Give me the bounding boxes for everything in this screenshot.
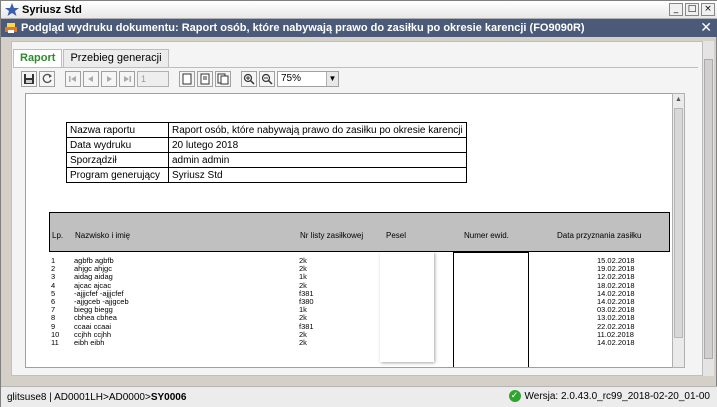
info-value: admin admin xyxy=(168,152,467,168)
info-key: Sporządził xyxy=(66,152,169,168)
report-info-table: Nazwa raportu Raport osób, które nabywaj… xyxy=(66,122,467,183)
scroll-up-icon[interactable]: ▲ xyxy=(673,94,684,105)
info-value: Raport osób, które nabywają prawo do zas… xyxy=(168,122,467,138)
scroll-thumb[interactable] xyxy=(704,59,713,359)
cell-lp: 11 xyxy=(51,337,59,347)
cell-date: 14.02.2018 xyxy=(597,337,635,347)
column-header-ewid: Numer ewid. xyxy=(464,231,509,240)
report-preview: Nazwa raportu Raport osób, które nabywaj… xyxy=(25,93,683,368)
window-title: Syriusz Std xyxy=(22,3,82,16)
info-row: Program generujący Syriusz Std xyxy=(66,167,467,183)
status-version: ✓ Wersja: 2.0.43.0_rc99_2018-02-20_01-00 xyxy=(508,390,711,402)
status-path-prefix: AD0001LH>AD0000> xyxy=(54,391,151,403)
table-row: 6 -ajjgceb -ajjgceb f380 14.02.2018 xyxy=(49,297,670,306)
first-page-button[interactable] xyxy=(65,71,81,87)
table-row: 10 ccjhh ccjhh 2k 11.02.2018 xyxy=(49,330,670,339)
page-width-button[interactable] xyxy=(197,71,213,87)
column-header-lp: Lp. xyxy=(52,231,64,240)
maximize-button[interactable]: □ xyxy=(685,3,699,16)
page-width-icon xyxy=(200,73,210,85)
data-table-header: Lp. Nazwisko i imię Nr listy zasiłkowej … xyxy=(49,212,670,252)
column-header-date: Data przyznania zasiłku xyxy=(557,231,642,240)
report-scrollbar[interactable]: ▲ xyxy=(672,93,685,368)
info-row: Nazwa raportu Raport osób, które nabywaj… xyxy=(66,122,467,138)
window-controls: _ □ × xyxy=(669,3,715,16)
page-number-input[interactable]: 1 xyxy=(137,71,169,87)
single-page-button[interactable] xyxy=(179,71,195,87)
panel-scrollbar[interactable] xyxy=(702,41,714,376)
tab-przebieg-generacji[interactable]: Przebieg generacji xyxy=(63,49,169,67)
last-page-icon xyxy=(124,76,131,82)
tab-raport[interactable]: Raport xyxy=(13,49,63,67)
table-row: 4 ajcac ajcac 2k 18.02.2018 xyxy=(49,281,670,290)
chevron-down-icon[interactable]: ▼ xyxy=(326,72,338,86)
minimize-button[interactable]: _ xyxy=(669,3,683,16)
info-row: Sporządził admin admin xyxy=(66,152,467,168)
page-icon xyxy=(182,73,192,85)
first-page-icon xyxy=(69,76,76,82)
scroll-thumb[interactable] xyxy=(674,108,683,338)
data-table-body: 1 agbfb agbfb 2k 15.02.2018 2 ahjgc ahjgc 2k 19… xyxy=(49,256,670,347)
zoom-in-icon xyxy=(243,73,255,85)
column-header-name: Nazwisko i imię xyxy=(75,231,131,240)
multi-page-icon xyxy=(217,73,229,85)
table-row: 5 -ajjjcfef -ajjjcfef f381 14.02.2018 xyxy=(49,289,670,298)
zoom-out-button[interactable] xyxy=(259,71,275,87)
last-page-button[interactable] xyxy=(119,71,135,87)
refresh-icon xyxy=(42,73,52,84)
tab-divider xyxy=(13,67,698,68)
zoom-value: 75% xyxy=(281,73,302,84)
pesel-redaction xyxy=(380,252,434,362)
close-window-button[interactable]: × xyxy=(701,3,715,16)
status-bar: glitsuse8 | AD0001LH>AD0000>SY0006 ✓ Wer… xyxy=(1,386,717,407)
preview-toolbar: 1 75% ▼ xyxy=(21,70,339,88)
column-header-pesel: Pesel xyxy=(386,231,407,240)
info-key: Data wydruku xyxy=(66,137,169,153)
table-row: 2 ahjgc ahjgc 2k 19.02.2018 xyxy=(49,264,670,273)
app-logo-icon xyxy=(5,2,19,17)
refresh-button[interactable] xyxy=(39,71,55,87)
table-row: 11 eibh eibh 2k 14.02.2018 xyxy=(49,337,670,347)
save-button[interactable] xyxy=(21,71,37,87)
info-key: Program generujący xyxy=(66,167,169,183)
dialog-title: Podgląd wydruku dokumentu: Raport osób, … xyxy=(21,22,585,34)
column-header-list: Nr listy zasiłkowej xyxy=(300,231,364,240)
check-icon: ✓ xyxy=(508,390,521,402)
next-page-button[interactable] xyxy=(101,71,117,87)
info-row: Data wydruku 20 lutego 2018 xyxy=(66,137,467,153)
next-page-icon xyxy=(107,76,112,82)
prev-page-icon xyxy=(88,76,93,82)
version-text: Wersja: 2.0.43.0_rc99_2018-02-20_01-00 xyxy=(524,390,711,402)
multi-page-button[interactable] xyxy=(215,71,231,87)
dialog-title-bar: Podgląd wydruku dokumentu: Raport osób, … xyxy=(1,19,717,37)
tab-bar: Raport Przebieg generacji xyxy=(13,49,170,67)
cell-list: 2k xyxy=(299,337,307,347)
info-value: 20 lutego 2018 xyxy=(168,137,467,153)
prev-page-button[interactable] xyxy=(83,71,99,87)
dialog-close-button[interactable]: ✕ xyxy=(700,20,712,36)
cell-name: eibh eibh xyxy=(74,337,105,347)
title-bar: Syriusz Std _ □ × xyxy=(1,1,717,19)
table-row: 8 cbhea cbhea 2k 13.02.2018 xyxy=(49,313,670,322)
info-key: Nazwa raportu xyxy=(66,122,169,138)
printer-icon xyxy=(5,22,17,34)
ewid-redaction xyxy=(453,252,529,367)
zoom-select[interactable]: 75% ▼ xyxy=(277,71,339,87)
zoom-in-button[interactable] xyxy=(241,71,257,87)
status-user: glitsuse8 xyxy=(7,391,47,403)
save-icon xyxy=(24,74,34,84)
zoom-out-icon xyxy=(261,73,273,85)
status-path-current: SY0006 xyxy=(150,391,187,403)
table-row: 1 agbfb agbfb 2k 15.02.2018 xyxy=(49,256,670,265)
app-window: Syriusz Std _ □ × Podgląd wydruku dokume… xyxy=(0,0,717,407)
status-path: glitsuse8 | AD0001LH>AD0000>SY0006 xyxy=(7,392,186,403)
table-row: 3 aidag aidag 1k 12.02.2018 xyxy=(49,272,670,281)
table-row: 9 ccaai ccaai f381 22.02.2018 xyxy=(49,322,670,331)
table-row: 7 biegg biegg 1k 03.02.2018 xyxy=(49,305,670,314)
info-value: Syriusz Std xyxy=(168,167,467,183)
